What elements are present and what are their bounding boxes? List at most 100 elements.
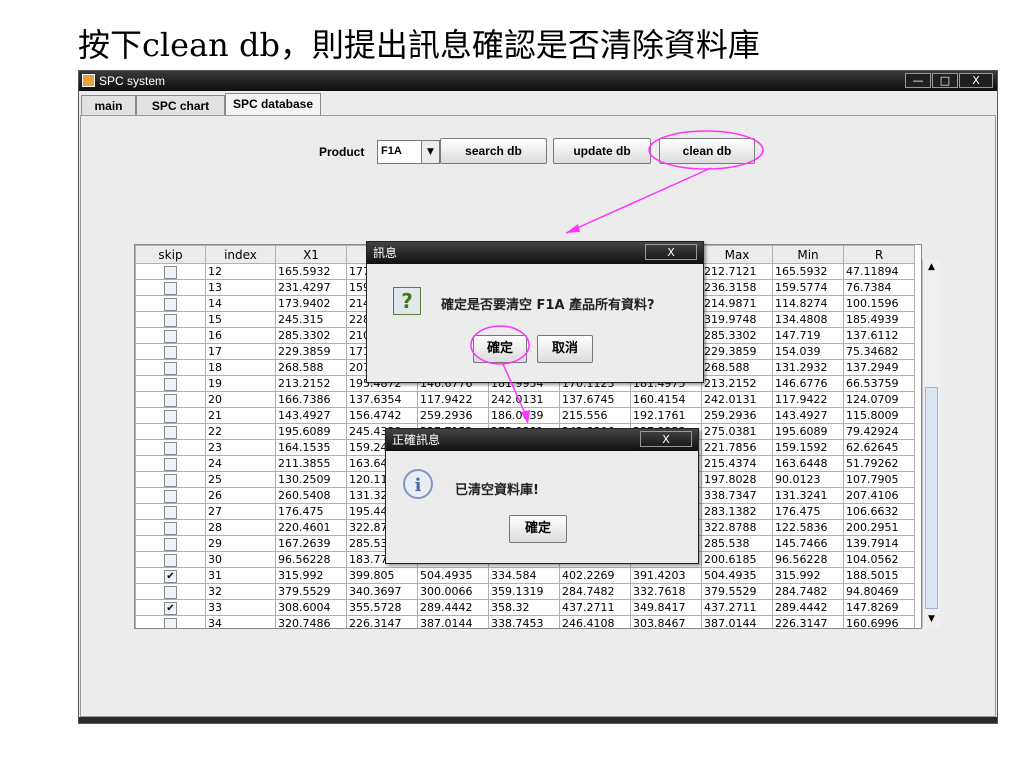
table-cell[interactable]: 130.2509 xyxy=(275,471,347,488)
column-header-index[interactable]: index xyxy=(205,245,276,264)
table-cell[interactable]: 289.4442 xyxy=(772,599,844,616)
table-cell[interactable]: 33 xyxy=(205,599,276,616)
table-cell[interactable]: 358.32 xyxy=(488,599,560,616)
skip-checkbox[interactable] xyxy=(164,473,177,487)
table-cell[interactable]: 379.5529 xyxy=(275,583,347,600)
search-db-button[interactable]: search db xyxy=(440,138,547,164)
skip-checkbox[interactable] xyxy=(164,281,177,295)
table-cell[interactable]: 300.0066 xyxy=(417,583,489,600)
table-cell[interactable]: 504.4935 xyxy=(701,567,773,584)
table-cell[interactable]: 137.6112 xyxy=(843,327,915,344)
table-cell[interactable]: 437.2711 xyxy=(559,599,631,616)
table-cell[interactable]: 391.4203 xyxy=(630,567,702,584)
table-cell[interactable]: 308.6004 xyxy=(275,599,347,616)
table-cell[interactable]: 147.719 xyxy=(772,327,844,344)
table-cell[interactable]: 185.4939 xyxy=(843,311,915,328)
table-cell[interactable]: 200.6185 xyxy=(701,551,773,568)
confirm-dialog-close-button[interactable]: X xyxy=(645,244,697,260)
skip-checkbox[interactable] xyxy=(164,457,177,471)
table-cell[interactable]: 25 xyxy=(205,471,276,488)
table-cell[interactable]: 96.56228 xyxy=(772,551,844,568)
table-cell[interactable]: 32 xyxy=(205,583,276,600)
table-cell[interactable]: 229.3859 xyxy=(701,343,773,360)
table-cell[interactable]: 15 xyxy=(205,311,276,328)
tab-spc-database[interactable]: SPC database xyxy=(225,93,321,115)
table-cell[interactable]: 283.1382 xyxy=(701,503,773,520)
skip-checkbox[interactable] xyxy=(164,425,177,439)
table-cell[interactable]: 62.62645 xyxy=(843,439,915,456)
table-cell[interactable]: 163.6448 xyxy=(772,455,844,472)
skip-checkbox[interactable] xyxy=(164,361,177,375)
skip-checkbox[interactable] xyxy=(164,297,177,311)
skip-checkbox[interactable] xyxy=(164,441,177,455)
table-cell[interactable]: 207.4106 xyxy=(843,487,915,504)
table-cell[interactable]: 338.7453 xyxy=(488,615,560,628)
column-header-r[interactable]: R xyxy=(843,245,915,264)
table-cell[interactable]: 137.2949 xyxy=(843,359,915,376)
table-cell[interactable]: 34 xyxy=(205,615,276,628)
table-cell[interactable]: 139.7914 xyxy=(843,535,915,552)
table-vertical-scrollbar[interactable]: ▲ ▼ xyxy=(922,259,940,627)
table-cell[interactable]: 106.6632 xyxy=(843,503,915,520)
table-cell[interactable]: 176.475 xyxy=(772,503,844,520)
scroll-up-icon[interactable]: ▲ xyxy=(923,259,940,275)
table-cell[interactable]: 115.8009 xyxy=(843,407,915,424)
table-cell[interactable]: 165.5932 xyxy=(772,263,844,280)
table-cell[interactable]: 213.2152 xyxy=(275,375,347,392)
table-cell[interactable]: 259.2936 xyxy=(417,407,489,424)
table-cell[interactable]: 242.0131 xyxy=(701,391,773,408)
table-cell[interactable]: 167.2639 xyxy=(275,535,347,552)
table-cell[interactable]: 285.538 xyxy=(701,535,773,552)
skip-checkbox[interactable] xyxy=(164,617,177,628)
table-cell[interactable]: 23 xyxy=(205,439,276,456)
table-cell[interactable]: 268.588 xyxy=(701,359,773,376)
table-cell[interactable]: 268.588 xyxy=(275,359,347,376)
table-cell[interactable]: 156.4742 xyxy=(346,407,418,424)
table-cell[interactable]: 137.6745 xyxy=(559,391,631,408)
table-cell[interactable]: 379.5529 xyxy=(701,583,773,600)
skip-checkbox[interactable]: ✔ xyxy=(164,601,177,615)
table-cell[interactable]: 195.6089 xyxy=(772,423,844,440)
success-dialog-close-button[interactable]: X xyxy=(640,431,692,447)
skip-checkbox[interactable] xyxy=(164,377,177,391)
table-cell[interactable]: 107.7905 xyxy=(843,471,915,488)
table-cell[interactable]: 21 xyxy=(205,407,276,424)
table-cell[interactable]: 146.6776 xyxy=(772,375,844,392)
table-cell[interactable]: 16 xyxy=(205,327,276,344)
table-cell[interactable]: 159.5774 xyxy=(772,279,844,296)
table-cell[interactable]: 303.8467 xyxy=(630,615,702,628)
table-cell[interactable]: 19 xyxy=(205,375,276,392)
column-header-x1[interactable]: X1 xyxy=(275,245,347,264)
table-cell[interactable]: 214.9871 xyxy=(701,295,773,312)
table-cell[interactable]: 226.3147 xyxy=(772,615,844,628)
skip-checkbox[interactable] xyxy=(164,585,177,599)
table-cell[interactable]: 75.34682 xyxy=(843,343,915,360)
table-cell[interactable]: 114.8274 xyxy=(772,295,844,312)
table-cell[interactable]: 320.7486 xyxy=(275,615,347,628)
table-cell[interactable]: 213.2152 xyxy=(701,375,773,392)
minimize-button[interactable]: — xyxy=(905,73,931,88)
table-row[interactable]: ✔ 31 315.992 399.805 504.4935 334.584 402.2269… xyxy=(135,567,915,584)
table-row[interactable]: ✔ 33 308.6004 355.5728 289.4442 358.32 437.271… xyxy=(135,599,915,616)
table-cell[interactable]: 145.7466 xyxy=(772,535,844,552)
column-header-skip[interactable]: skip xyxy=(135,245,206,264)
table-cell[interactable]: 122.5836 xyxy=(772,519,844,536)
table-cell[interactable]: 24 xyxy=(205,455,276,472)
table-cell[interactable]: 186.0639 xyxy=(488,407,560,424)
table-cell[interactable]: 18 xyxy=(205,359,276,376)
table-cell[interactable]: 211.3855 xyxy=(275,455,347,472)
table-cell[interactable]: 165.5932 xyxy=(275,263,347,280)
maximize-button[interactable]: □ xyxy=(932,73,958,88)
table-cell[interactable]: 79.42924 xyxy=(843,423,915,440)
table-cell[interactable]: 117.9422 xyxy=(417,391,489,408)
table-cell[interactable]: 215.4374 xyxy=(701,455,773,472)
skip-checkbox[interactable] xyxy=(164,505,177,519)
table-cell[interactable]: 275.0381 xyxy=(701,423,773,440)
table-cell[interactable]: 284.7482 xyxy=(772,583,844,600)
table-row[interactable]: 32 379.5529 340.3697 300.0066 359.1319 284.74… xyxy=(135,583,915,600)
table-cell[interactable]: 124.0709 xyxy=(843,391,915,408)
table-cell[interactable]: 66.53759 xyxy=(843,375,915,392)
skip-checkbox[interactable] xyxy=(164,553,177,567)
table-cell[interactable]: 164.1535 xyxy=(275,439,347,456)
table-cell[interactable]: 159.1592 xyxy=(772,439,844,456)
